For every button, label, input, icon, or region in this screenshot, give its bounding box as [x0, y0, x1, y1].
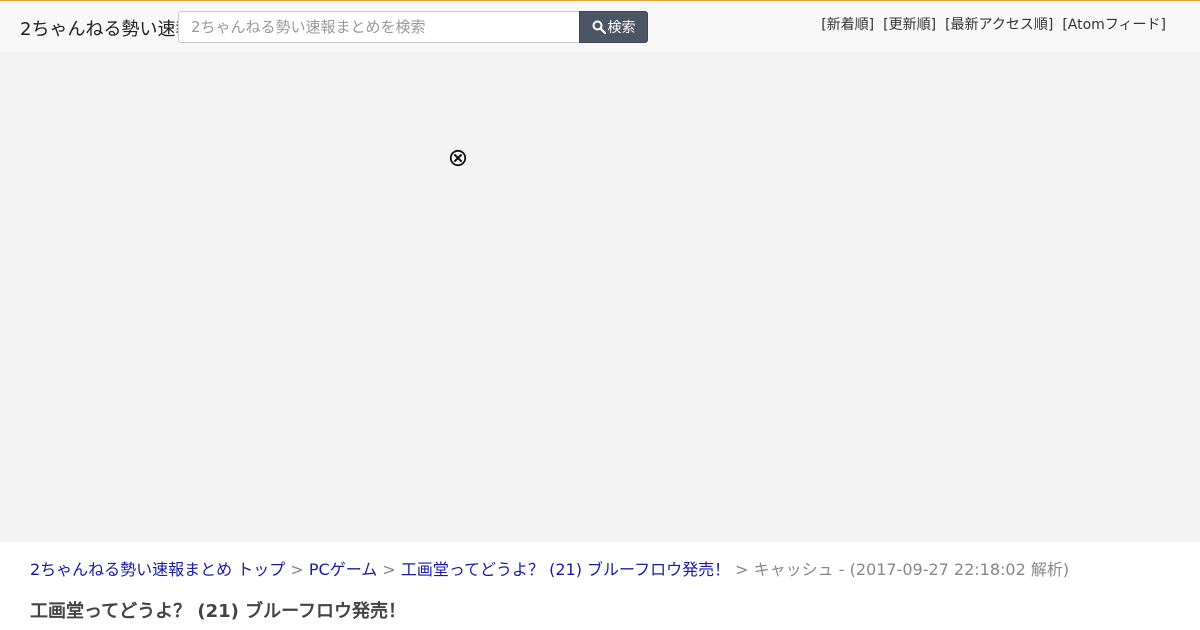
close-circle-icon[interactable]: [449, 149, 467, 167]
breadcrumb-link-category[interactable]: PCゲーム: [309, 560, 377, 579]
nav-links: [新着順] [更新順] [最新アクセス順] [Atomフィード]: [821, 14, 1166, 34]
breadcrumb-separator: >: [382, 560, 396, 579]
search-input[interactable]: [178, 11, 580, 43]
breadcrumb-separator: >: [735, 560, 749, 579]
breadcrumb-link-top[interactable]: 2ちゃんねる勢い速報まとめ トップ: [30, 560, 285, 579]
page-title: 工画堂ってどうよ？ (21) ブルーフロウ発売！: [30, 601, 407, 622]
search-button-label: 検索: [607, 20, 636, 36]
search-button[interactable]: 検索: [579, 11, 648, 43]
breadcrumb-link-thread[interactable]: 工画堂ってどうよ？ (21) ブルーフロウ発売！: [401, 560, 730, 579]
nav-link-recent-access[interactable]: [最新アクセス順]: [945, 14, 1053, 34]
nav-link-newest[interactable]: [新着順]: [821, 14, 874, 34]
top-bar: 2ちゃんねる勢い速報まとめ 検索 [新着順] [更新順] [最新アクセス順] […: [0, 0, 1200, 52]
site-title-link[interactable]: 2ちゃんねる勢い速報まとめ: [20, 15, 178, 41]
nav-link-updated[interactable]: [更新順]: [883, 14, 936, 34]
search-icon: [592, 20, 606, 34]
breadcrumb: 2ちゃんねる勢い速報まとめ トップ > PCゲーム > 工画堂ってどうよ？ (2…: [30, 556, 1069, 580]
breadcrumb-current: キャッシュ - (2017-09-27 22:18:02 解析): [753, 560, 1070, 579]
breadcrumb-separator: >: [290, 560, 304, 579]
nav-link-atom-feed[interactable]: [Atomフィード]: [1062, 14, 1166, 34]
ad-area: [0, 52, 1200, 542]
